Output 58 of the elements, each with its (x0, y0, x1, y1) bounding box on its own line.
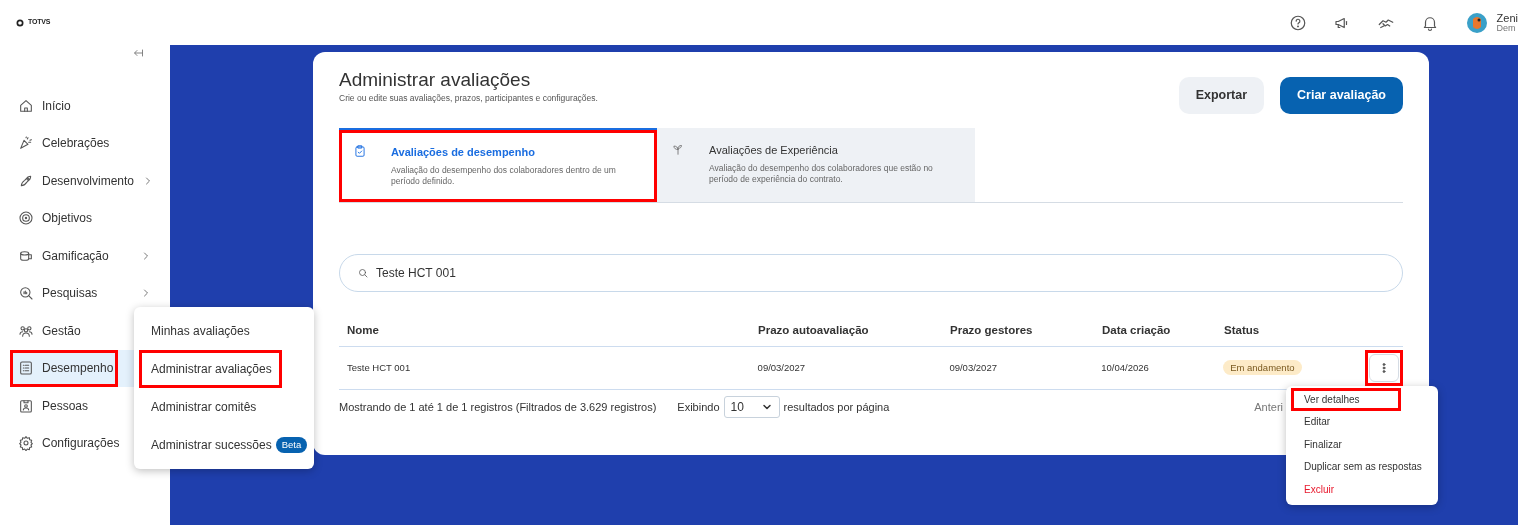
search-icon (357, 267, 369, 279)
per-page-label: Exibindo (677, 399, 720, 415)
user-role: Dem (1496, 23, 1517, 34)
create-button[interactable]: Criar avaliação (1280, 77, 1403, 114)
page-subtitle: Crie ou edite suas avaliações, prazos, participantes e configurações. (339, 91, 598, 105)
menu-item[interactable]: Ver detalhes (1291, 388, 1401, 411)
previous-page-link[interactable]: Anteri (1254, 398, 1283, 416)
tab-title: Avaliações de Experiência (709, 143, 839, 158)
tab-title: Avaliações de desempenho (391, 145, 536, 160)
sidebar-icon (18, 97, 34, 114)
collapse-icon[interactable] (132, 47, 144, 59)
sidebar-icon (18, 397, 34, 414)
menu-item[interactable]: Duplicar sem as respostas (1286, 455, 1438, 478)
tab[interactable]: Avaliações de desempenho Avaliação do desempenho dos colaboradores dentro de um período definido. (339, 128, 657, 202)
tab[interactable]: Avaliações de Experiência Avaliação do desempenho dos colaboradores que estão no período de experiência do contrato. (657, 128, 975, 202)
tab-description: Avaliação do desempenho dos colaboradores dentro de um período definido. (391, 164, 617, 188)
tab-description: Avaliação do desempenho dos colaboradores que estão no período de experiência do contrato. (709, 162, 934, 186)
column-header: Prazo autoavaliação (758, 323, 870, 339)
sprout-icon (671, 142, 685, 156)
submenu-item[interactable]: Administrar comitês (134, 388, 314, 426)
results-summary: Mostrando de 1 até 1 de 1 registros (Filtrados de 3.629 registros) (339, 399, 657, 415)
help-icon[interactable] (1288, 13, 1307, 32)
table-cell: 10/04/2026 (1101, 361, 1149, 373)
submenu-item[interactable]: Administrar avaliações (139, 350, 282, 388)
avatar-icon (1464, 10, 1489, 35)
sidebar-icon (18, 435, 34, 452)
column-header: Prazo gestores (950, 323, 1034, 339)
search-field[interactable]: Teste HCT 001 (339, 254, 1403, 292)
user-name: Zeni (1496, 11, 1518, 24)
column-header: Data criação (1102, 323, 1172, 339)
sidebar-item[interactable]: Desenvolvimento (10, 162, 160, 200)
table-cell: 09/03/2027 (757, 361, 806, 373)
menu-item[interactable]: Finalizar (1286, 433, 1438, 456)
column-header: Status (1224, 323, 1261, 339)
status-badge: Em andamento (1223, 359, 1302, 375)
sidebar-icon (18, 285, 34, 302)
sidebar-item[interactable]: Gamificação (10, 237, 160, 275)
page-title: Administrar avaliações (339, 69, 532, 92)
export-button[interactable]: Exportar (1178, 77, 1265, 114)
sidebar-item[interactable]: Pesquisas (10, 274, 160, 312)
beta-badge: Beta (275, 436, 308, 454)
table-cell: Teste HCT 001 (347, 361, 411, 373)
submenu-item[interactable]: Minhas avaliações (134, 312, 314, 350)
menu-item[interactable]: Editar (1286, 410, 1438, 433)
per-page-label: resultados por página (783, 399, 890, 415)
sidebar-item[interactable]: Celebrações (10, 124, 160, 162)
menu-item[interactable]: Excluir (1286, 478, 1438, 501)
page-size-select[interactable]: 10 (723, 396, 780, 418)
sidebar-icon (18, 135, 34, 152)
logo-icon (16, 18, 24, 27)
clipboard-check-icon (353, 144, 367, 158)
submenu-item[interactable]: Administrar sucessões (151, 430, 272, 460)
sidebar-icon (18, 210, 34, 227)
sidebar-item[interactable]: Início (10, 87, 160, 125)
sidebar-icon (18, 360, 34, 377)
table-cell: 09/03/2027 (949, 361, 997, 373)
column-header: Nome (347, 323, 380, 339)
sidebar-item[interactable]: Objetivos (10, 199, 160, 237)
